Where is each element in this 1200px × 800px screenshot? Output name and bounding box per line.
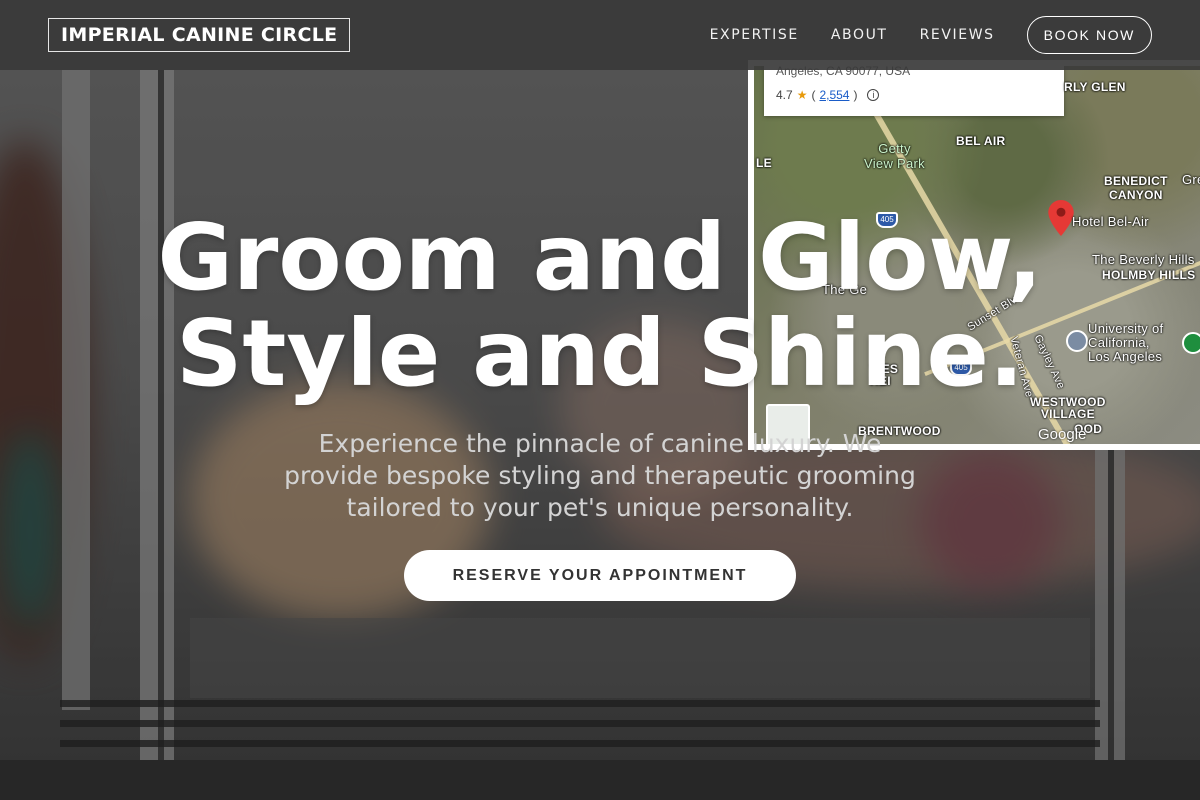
site-header: IMPERIAL CANINE CIRCLE EXPERTISE ABOUT R… [0,0,1200,70]
place-rating: 4.7 ★ (2,554) i [776,88,1052,102]
map-label-benedict-canyon: BENEDICT CANYON [1104,174,1168,202]
hero-title-line-2: Style and Shine. [176,300,1024,407]
nav-expertise[interactable]: EXPERTISE [710,27,799,43]
google-logo: Google [1038,426,1087,443]
rating-value: 4.7 [776,88,793,102]
map-label-beverly-glen: RLY GLEN [1064,80,1126,94]
reviews-open-paren: ( [811,88,816,102]
book-now-button[interactable]: BOOK NOW [1026,16,1152,54]
reserve-appointment-button[interactable]: RESERVE YOUR APPOINTMENT [404,550,796,601]
nav-about[interactable]: ABOUT [831,27,888,43]
hero-title: Groom and Glow, Style and Shine. [0,210,1200,402]
map-label-le: LE [756,156,772,170]
star-icon: ★ [796,88,808,102]
map-label-getty-park: Getty View Park [864,141,925,171]
hero-subtitle: Experience the pinnacle of canine luxury… [284,429,916,522]
reviews-link[interactable]: 2,554 [819,88,849,102]
info-icon[interactable]: i [867,89,880,101]
main-nav: EXPERTISE ABOUT REVIEWS BOOK NOW [710,16,1152,54]
map-label-bel-air: BEL AIR [956,134,1006,148]
hero-title-line-1: Groom and Glow, [157,204,1043,311]
nav-reviews[interactable]: REVIEWS [920,27,995,43]
brand-logo[interactable]: IMPERIAL CANINE CIRCLE [48,18,351,52]
map-label-gre: Gre [1182,172,1200,187]
